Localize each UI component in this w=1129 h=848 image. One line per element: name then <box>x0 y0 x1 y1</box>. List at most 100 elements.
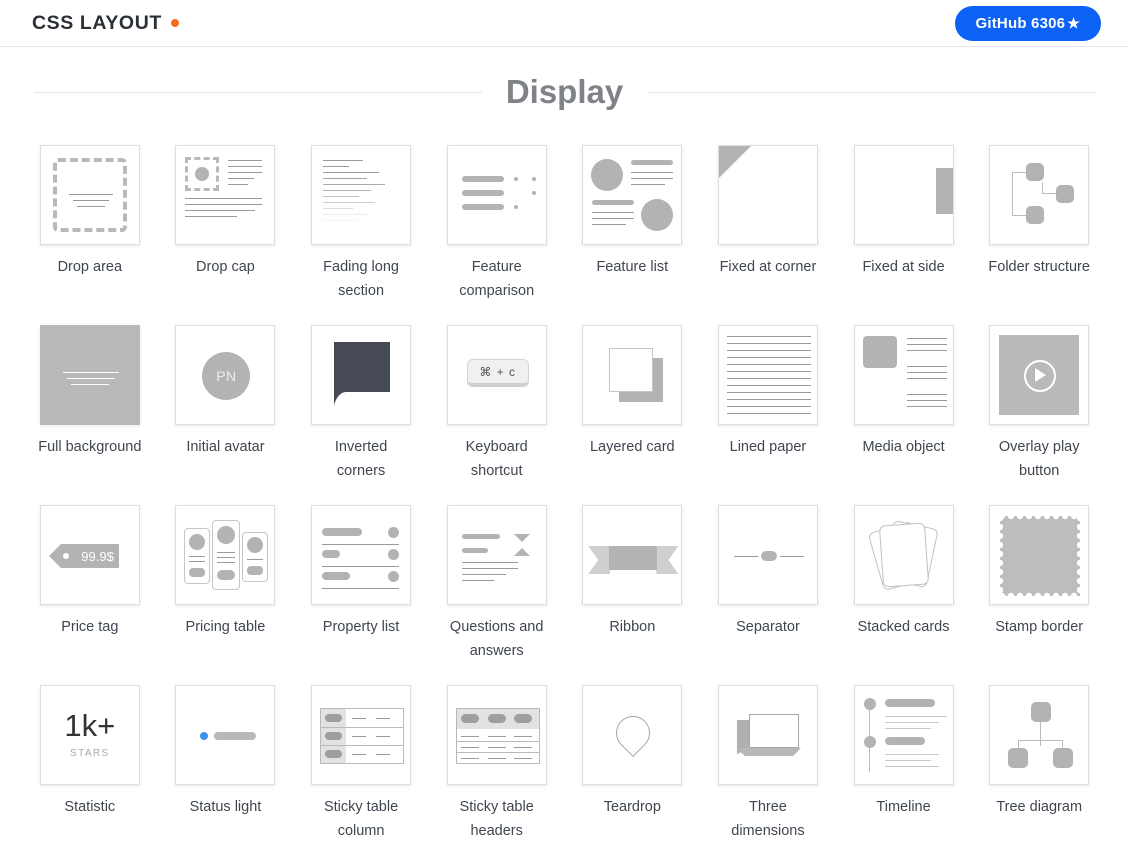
price-value: 99.9$ <box>81 548 114 564</box>
card-label: Separator <box>736 619 800 635</box>
price-tag-icon: 99.9$ <box>39 505 140 605</box>
sticky-table-headers-icon <box>446 685 547 785</box>
questions-and-answers-icon <box>446 505 547 605</box>
pattern-card-fading-long-section[interactable]: Fading long section <box>293 123 429 303</box>
card-label: Teardrop <box>603 799 661 815</box>
three-dimensions-card-icon <box>717 685 818 785</box>
card-label: Feature list <box>596 259 669 275</box>
property-list-icon <box>311 505 412 605</box>
github-stars-button[interactable]: GitHub 6306 ★ <box>954 5 1101 41</box>
card-label: Drop area <box>57 259 123 275</box>
keyboard-shortcut-icon: ⌘ + c <box>446 325 547 425</box>
feature-comparison-icon <box>446 145 547 245</box>
fixed-at-corner-icon <box>717 145 818 245</box>
card-label: Property list <box>322 619 400 635</box>
timeline-icon <box>853 685 954 785</box>
price-tag-value: 99.9$ <box>48 544 119 568</box>
brand-title: CSS LAYOUT <box>32 11 162 34</box>
pattern-card-pricing-table[interactable]: Pricing table <box>158 483 294 663</box>
brand-logo[interactable]: CSS LAYOUT <box>32 12 179 35</box>
feature-list-icon <box>582 145 683 245</box>
star-icon: ★ <box>1067 14 1080 31</box>
pattern-card-ribbon[interactable]: Ribbon <box>565 483 701 663</box>
drop-cap-icon <box>175 145 276 245</box>
fixed-at-side-icon <box>853 145 954 245</box>
card-label: Fixed at corner <box>719 259 817 275</box>
pattern-card-stacked-cards[interactable]: Stacked cards <box>836 483 972 663</box>
folder-structure-icon <box>989 145 1090 245</box>
pattern-card-statistic[interactable]: 1k+ STARS Statistic <box>22 663 158 848</box>
pattern-card-three-dimensions-card[interactable]: Three dimensions card <box>700 663 836 848</box>
separator-icon <box>717 505 818 605</box>
card-label: Stamp border <box>995 619 1084 635</box>
card-label: Questions and answers <box>449 619 544 659</box>
pattern-card-timeline[interactable]: Timeline <box>836 663 972 848</box>
stamp-border-icon <box>989 505 1090 605</box>
statistic-value: 1k+ <box>64 708 116 743</box>
media-object-icon <box>853 325 954 425</box>
tree-diagram-icon <box>989 685 1090 785</box>
status-light-icon <box>175 685 276 785</box>
card-label: Tree diagram <box>996 799 1083 815</box>
card-label: Stacked cards <box>857 619 950 635</box>
card-label: Fading long section <box>323 259 399 299</box>
pattern-card-sticky-table-headers[interactable]: Sticky table headers <box>429 663 565 848</box>
pattern-card-tree-diagram[interactable]: Tree diagram <box>971 663 1107 848</box>
pattern-card-layered-card[interactable]: Layered card <box>565 303 701 483</box>
inverted-corners-icon <box>311 325 412 425</box>
pricing-table-icon <box>175 505 276 605</box>
card-label: Inverted corners <box>334 439 388 479</box>
card-label: Sticky table column <box>323 799 399 839</box>
pattern-card-folder-structure[interactable]: Folder structure <box>971 123 1107 303</box>
pattern-card-fixed-at-side[interactable]: Fixed at side <box>836 123 972 303</box>
pattern-card-stamp-border[interactable]: Stamp border <box>971 483 1107 663</box>
pattern-card-lined-paper[interactable]: Lined paper <box>700 303 836 483</box>
pattern-card-status-light[interactable]: Status light <box>158 663 294 848</box>
pattern-card-drop-cap[interactable]: Drop cap <box>158 123 294 303</box>
avatar-initials: PN <box>202 352 251 400</box>
initial-avatar-icon: PN <box>175 325 276 425</box>
card-label: Timeline <box>876 799 931 815</box>
pattern-card-drop-area[interactable]: Drop area <box>22 123 158 303</box>
card-label: Lined paper <box>729 439 807 455</box>
pattern-card-inverted-corners[interactable]: Inverted corners <box>293 303 429 483</box>
keyboard-key-label: ⌘ + c <box>466 359 529 387</box>
card-label: Status light <box>189 799 262 815</box>
pattern-card-overlay-play-button[interactable]: Overlay play button <box>971 303 1107 483</box>
pattern-card-price-tag[interactable]: 99.9$ Price tag <box>22 483 158 663</box>
overlay-play-button-icon <box>989 325 1090 425</box>
pattern-card-keyboard-shortcut[interactable]: ⌘ + c Keyboard shortcut <box>429 303 565 483</box>
card-label: Statistic <box>64 799 116 815</box>
section-header: Display <box>0 73 1129 111</box>
github-button-label: GitHub 6306 <box>975 14 1066 32</box>
statistic-label: STARS <box>70 748 110 759</box>
card-label: Pricing table <box>185 619 266 635</box>
fading-long-section-icon <box>311 145 412 245</box>
card-label: Sticky table headers <box>459 799 534 839</box>
pattern-card-feature-list[interactable]: Feature list <box>565 123 701 303</box>
pattern-card-sticky-table-column[interactable]: Sticky table column <box>293 663 429 848</box>
brand-dot-icon <box>170 19 179 27</box>
pattern-card-media-object[interactable]: Media object <box>836 303 972 483</box>
rule-right <box>647 91 1096 93</box>
pattern-card-property-list[interactable]: Property list <box>293 483 429 663</box>
pattern-card-initial-avatar[interactable]: PN Initial avatar <box>158 303 294 483</box>
card-label: Overlay play button <box>998 439 1080 479</box>
card-label: Full background <box>38 439 142 455</box>
pattern-card-separator[interactable]: Separator <box>700 483 836 663</box>
pattern-card-full-background[interactable]: Full background <box>22 303 158 483</box>
app-header: CSS LAYOUT GitHub 6306 ★ <box>0 0 1129 47</box>
statistic-icon: 1k+ STARS <box>39 685 140 785</box>
card-label: Layered card <box>589 439 675 455</box>
pattern-card-fixed-at-corner[interactable]: Fixed at corner <box>700 123 836 303</box>
card-label: Drop cap <box>196 259 255 275</box>
ribbon-icon <box>582 505 683 605</box>
card-label: Ribbon <box>609 619 656 635</box>
page-title: Display <box>505 73 624 110</box>
card-label: Three dimensions card <box>731 799 805 848</box>
pattern-card-feature-comparison[interactable]: Feature comparison <box>429 123 565 303</box>
pattern-card-teardrop[interactable]: Teardrop <box>565 663 701 848</box>
teardrop-icon <box>582 685 683 785</box>
card-label: Initial avatar <box>186 439 265 455</box>
pattern-card-questions-and-answers[interactable]: Questions and answers <box>429 483 565 663</box>
